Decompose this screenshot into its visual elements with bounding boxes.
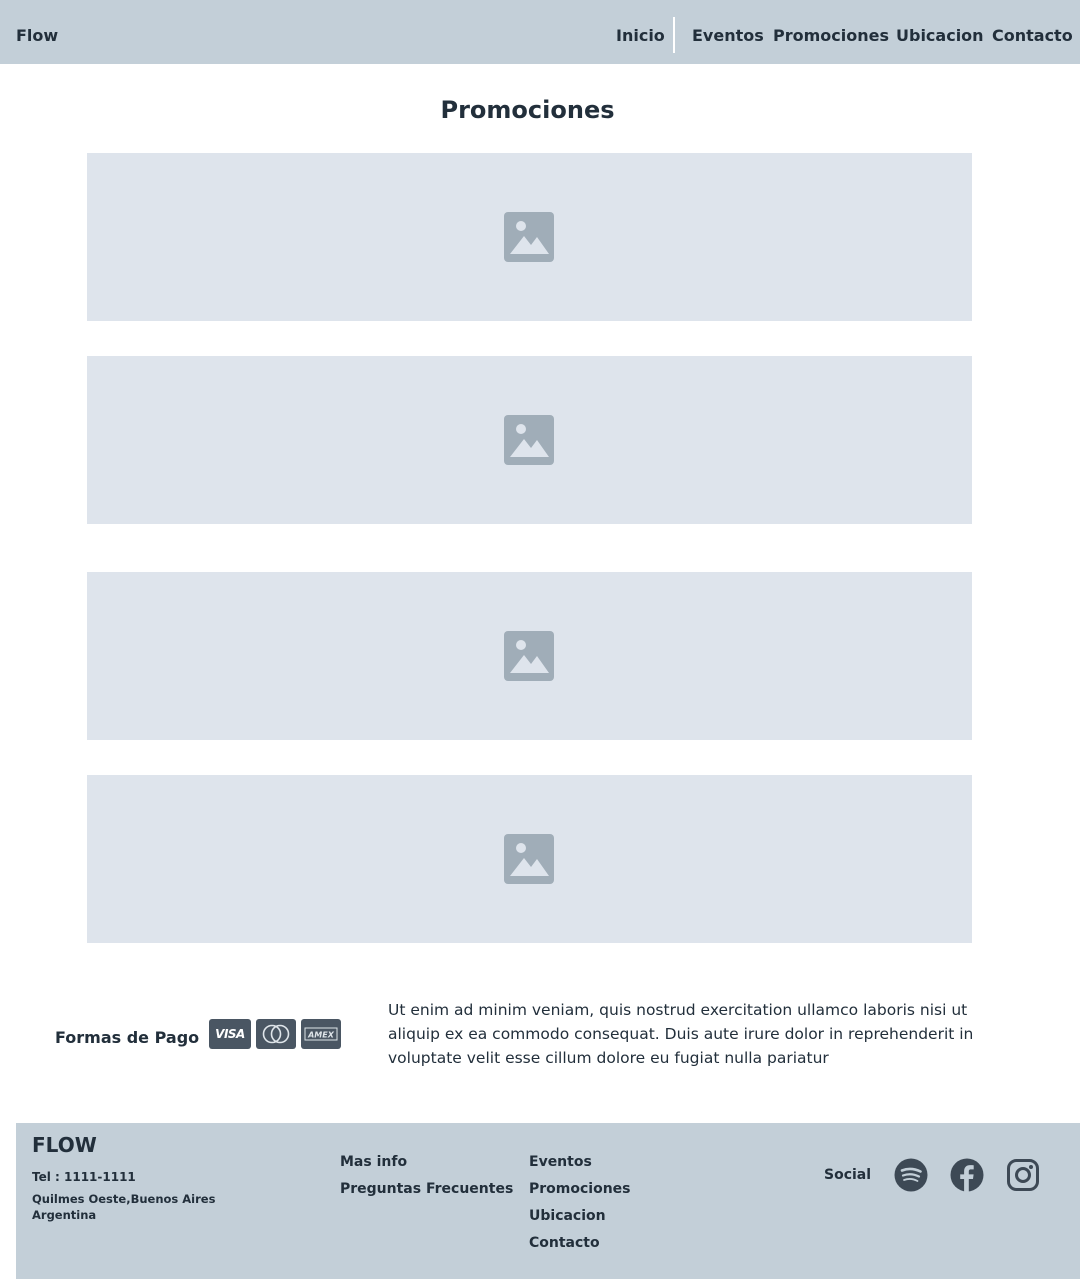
nav-inicio[interactable]: Inicio [616,26,665,45]
instagram-icon[interactable] [1006,1158,1040,1192]
image-placeholder-icon [504,415,554,465]
nav-eventos[interactable]: Eventos [692,26,764,45]
page-title: Promociones [440,96,615,124]
image-placeholder-icon [504,834,554,884]
promo-card[interactable] [87,356,972,524]
social-label: Social [824,1167,872,1183]
nav-ubicacion[interactable]: Ubicacion [896,26,984,45]
footer-phone: Tel : 1111-1111 [32,1170,136,1184]
footer-link-preguntas-frecuentes[interactable]: Preguntas Frecuentes [340,1181,513,1197]
image-placeholder-icon [504,631,554,681]
footer-link-contacto[interactable]: Contacto [529,1235,600,1251]
promo-card[interactable] [87,775,972,943]
svg-text:AMEX: AMEX [307,1031,335,1040]
footer-link-eventos[interactable]: Eventos [529,1154,592,1170]
amex-icon: AMEX [301,1019,341,1049]
site-footer: FLOW Tel : 1111-1111 Quilmes Oeste,Bueno… [16,1123,1080,1279]
nav-promociones[interactable]: Promociones [773,26,889,45]
nav-divider [673,17,675,53]
footer-link-ubicacion[interactable]: Ubicacion [529,1208,606,1224]
brand-logo[interactable]: Flow [16,26,58,45]
footer-address: Quilmes Oeste,Buenos Aires Argentina [32,1192,216,1222]
payment-description: Ut enim ad minim veniam, quis nostrud ex… [388,1001,974,1067]
footer-link-mas-info[interactable]: Mas info [340,1154,407,1170]
mastercard-icon [256,1019,296,1049]
facebook-icon[interactable] [950,1158,984,1192]
image-placeholder-icon [504,212,554,262]
promo-card[interactable] [87,153,972,321]
payment-methods-label: Formas de Pago [55,1028,200,1047]
nav-contacto[interactable]: Contacto [992,26,1073,45]
promo-card[interactable] [87,572,972,740]
footer-link-promociones[interactable]: Promociones [529,1181,631,1197]
visa-icon: VISA [209,1019,251,1049]
top-navbar: Flow Inicio Eventos Promociones Ubicacio… [0,0,1080,64]
spotify-icon[interactable] [894,1158,928,1192]
footer-brand: FLOW [32,1133,97,1157]
